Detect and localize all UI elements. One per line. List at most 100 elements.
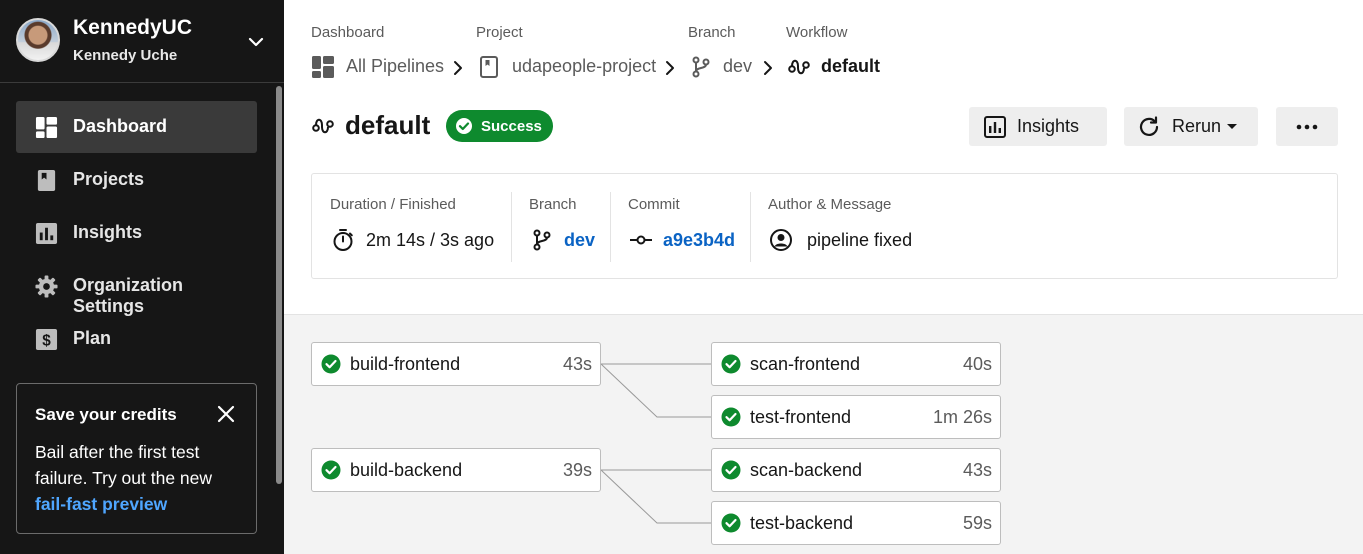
stopwatch-icon bbox=[333, 229, 353, 251]
sidebar-item-label: Organization Settings bbox=[73, 275, 184, 316]
job-duration: 43s bbox=[962, 460, 992, 480]
crumb-label-branch: Branch bbox=[688, 24, 736, 41]
svg-text:$: $ bbox=[42, 332, 51, 349]
divider bbox=[610, 192, 611, 262]
job-duration: 59s bbox=[962, 513, 992, 533]
workflow-graph: build-frontend 43s scan-frontend 40s tes… bbox=[284, 314, 1363, 554]
close-icon[interactable] bbox=[217, 405, 235, 423]
chevron-right-icon bbox=[764, 61, 772, 75]
org-switcher[interactable]: KennedyUC Kennedy Uche bbox=[0, 0, 284, 83]
dashboard-icon bbox=[312, 56, 334, 78]
project-icon bbox=[480, 56, 498, 78]
divider bbox=[750, 192, 751, 262]
success-icon bbox=[721, 354, 741, 374]
crumb-all-pipelines[interactable]: All Pipelines bbox=[346, 56, 444, 78]
success-icon bbox=[721, 513, 741, 533]
job-duration: 43s bbox=[562, 354, 592, 374]
user-name: Kennedy Uche bbox=[73, 47, 178, 64]
branch-link[interactable]: dev bbox=[564, 230, 595, 251]
summary-branch: Branch dev bbox=[529, 192, 609, 262]
more-options-button[interactable] bbox=[1276, 107, 1338, 146]
sidebar-item-organization-settings[interactable]: Organization Settings bbox=[16, 260, 257, 316]
sidebar-item-label: Plan bbox=[73, 328, 112, 348]
commit-icon bbox=[630, 235, 652, 245]
crumb-label-dashboard: Dashboard bbox=[311, 24, 385, 41]
user-icon bbox=[770, 229, 792, 251]
sidebar-item-label: Projects bbox=[73, 169, 145, 189]
sidebar-item-dashboard[interactable]: Dashboard bbox=[16, 101, 257, 153]
sidebar: KennedyUC Kennedy Uche Dashboard Project… bbox=[0, 0, 284, 554]
commit-label: Commit bbox=[628, 196, 680, 213]
job-name: test-backend bbox=[750, 513, 854, 533]
status-badge: Success bbox=[446, 110, 553, 142]
success-icon bbox=[321, 354, 341, 374]
chevron-down-icon[interactable] bbox=[246, 32, 266, 52]
job-scan-backend[interactable]: scan-backend 43s bbox=[711, 448, 1001, 492]
projects-icon bbox=[37, 169, 56, 192]
job-name: build-frontend bbox=[350, 354, 461, 374]
job-test-frontend[interactable]: test-frontend 1m 26s bbox=[711, 395, 1001, 439]
dashboard-icon bbox=[35, 116, 58, 139]
job-name: build-backend bbox=[350, 460, 463, 480]
job-build-backend[interactable]: build-backend 39s bbox=[311, 448, 601, 492]
author-label: Author & Message bbox=[768, 196, 892, 213]
crumb-label-workflow: Workflow bbox=[786, 24, 848, 41]
refresh-icon bbox=[1139, 116, 1159, 136]
sidebar-item-label: Dashboard bbox=[73, 116, 168, 136]
promo-text: Bail after the first test failure. Try o… bbox=[35, 442, 213, 488]
success-icon bbox=[721, 460, 741, 480]
job-name: test-frontend bbox=[750, 407, 852, 427]
branch-label: Branch bbox=[529, 196, 577, 213]
rerun-label: Rerun bbox=[1172, 116, 1222, 136]
job-test-backend[interactable]: test-backend 59s bbox=[711, 501, 1001, 545]
promo-title: Save your credits bbox=[35, 405, 177, 424]
chevron-right-icon bbox=[454, 61, 462, 75]
promo-body: Bail after the first test failure. Try o… bbox=[35, 439, 235, 517]
divider bbox=[511, 192, 512, 262]
summary-duration: Duration / Finished 2m 14s / 3s ago bbox=[330, 192, 500, 262]
job-name: scan-frontend bbox=[750, 354, 861, 374]
promo-card: Save your credits Bail after the first t… bbox=[16, 383, 257, 534]
job-name: scan-backend bbox=[750, 460, 863, 480]
crumb-branch[interactable]: dev bbox=[723, 56, 752, 78]
page-title: default bbox=[345, 110, 431, 140]
more-icon bbox=[1296, 124, 1318, 130]
insights-icon bbox=[35, 222, 58, 245]
sidebar-item-projects[interactable]: Projects bbox=[16, 154, 257, 206]
sidebar-item-plan[interactable]: $ Plan bbox=[16, 313, 257, 365]
fail-fast-link[interactable]: fail-fast preview bbox=[35, 494, 167, 514]
crumb-project[interactable]: udapeople-project bbox=[512, 56, 656, 78]
chevron-right-icon bbox=[666, 61, 674, 75]
job-scan-frontend[interactable]: scan-frontend 40s bbox=[711, 342, 1001, 386]
rerun-button[interactable]: Rerun bbox=[1124, 107, 1258, 146]
insights-icon bbox=[984, 116, 1006, 138]
commit-message: pipeline fixed bbox=[807, 230, 913, 250]
workflow-icon bbox=[788, 59, 810, 75]
commit-link[interactable]: a9e3b4d bbox=[663, 230, 735, 251]
caret-down-icon bbox=[1227, 124, 1237, 129]
sidebar-item-label: Insights bbox=[73, 222, 143, 242]
check-circle-icon bbox=[456, 118, 472, 134]
job-duration: 39s bbox=[562, 460, 592, 480]
gear-icon bbox=[35, 275, 58, 298]
sidebar-item-insights[interactable]: Insights bbox=[16, 207, 257, 259]
job-build-frontend[interactable]: build-frontend 43s bbox=[311, 342, 601, 386]
crumb-workflow: default bbox=[821, 56, 881, 76]
job-duration: 40s bbox=[962, 354, 992, 374]
job-duration: 1m 26s bbox=[932, 407, 992, 427]
success-icon bbox=[721, 407, 741, 427]
summary-author: Author & Message pipeline fixed bbox=[768, 192, 1068, 262]
crumb-label-project: Project bbox=[476, 24, 523, 41]
insights-button[interactable]: Insights bbox=[969, 107, 1107, 146]
duration-label: Duration / Finished bbox=[330, 196, 456, 213]
summary-commit: Commit a9e3b4d bbox=[628, 192, 748, 262]
success-icon bbox=[321, 460, 341, 480]
sidebar-scrollbar[interactable] bbox=[276, 86, 282, 484]
org-name: KennedyUC bbox=[73, 16, 193, 39]
workflow-icon bbox=[312, 118, 334, 134]
duration-value: 2m 14s / 3s ago bbox=[366, 230, 495, 250]
status-label: Success bbox=[481, 118, 542, 135]
insights-label: Insights bbox=[1017, 116, 1080, 136]
branch-icon bbox=[692, 56, 710, 78]
main-content: Dashboard Project Branch Workflow All Pi… bbox=[284, 0, 1363, 554]
